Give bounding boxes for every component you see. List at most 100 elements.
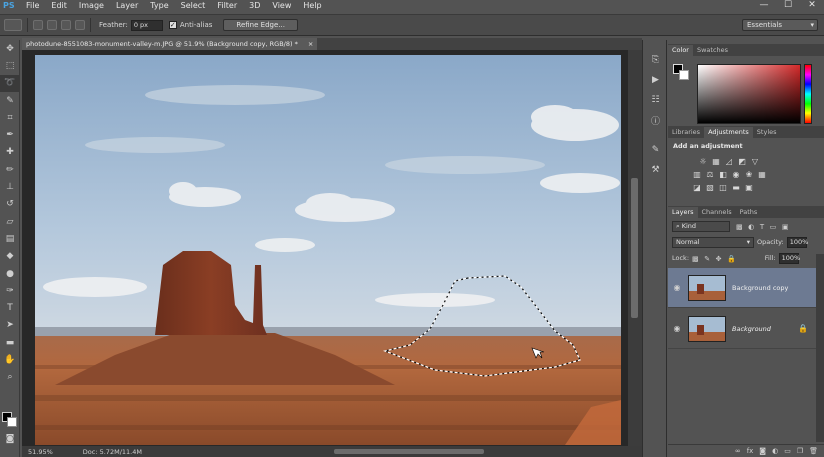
color-balance-icon[interactable]: ⚖: [705, 170, 715, 180]
vibrance-icon[interactable]: ▽: [750, 157, 760, 167]
subtract-selection-icon[interactable]: [61, 20, 71, 30]
healing-brush-tool-icon[interactable]: ✚: [0, 144, 20, 161]
tab-color[interactable]: Color: [668, 45, 693, 56]
eyedropper-tool-icon[interactable]: ✒: [0, 126, 20, 143]
type-filter-icon[interactable]: T: [760, 223, 764, 231]
selective-color-icon[interactable]: ▣: [744, 183, 754, 193]
new-group-icon[interactable]: ▭: [784, 447, 791, 455]
channel-mixer-icon[interactable]: ❀: [744, 170, 754, 180]
properties-icon[interactable]: ☷: [643, 90, 668, 110]
layer-thumbnail[interactable]: [688, 274, 726, 301]
eye-icon[interactable]: ◉: [668, 283, 686, 292]
lock-position-icon[interactable]: ✥: [716, 255, 722, 263]
menu-3d[interactable]: 3D: [243, 0, 266, 11]
add-selection-icon[interactable]: [47, 20, 57, 30]
history-icon[interactable]: ⎘: [643, 50, 668, 70]
zoom-tool-icon[interactable]: ⌕: [0, 369, 20, 386]
levels-icon[interactable]: ▦: [711, 157, 721, 167]
panel-background-swatch[interactable]: [679, 70, 689, 80]
intersect-selection-icon[interactable]: [75, 20, 85, 30]
restore-button[interactable]: ☐: [776, 0, 800, 11]
eraser-tool-icon[interactable]: ▱: [0, 213, 20, 230]
menu-type[interactable]: Type: [144, 0, 174, 11]
layer-row[interactable]: ◉ Background 🔒: [668, 309, 816, 349]
add-mask-icon[interactable]: ◙: [759, 447, 766, 455]
workspace-select[interactable]: Essentials ▾: [742, 19, 818, 31]
layer-name[interactable]: Background copy: [732, 284, 788, 292]
layer-name[interactable]: Background: [732, 325, 771, 333]
layer-style-icon[interactable]: fx: [747, 447, 754, 455]
new-layer-icon[interactable]: ❐: [797, 447, 803, 455]
move-tool-icon[interactable]: ✥: [0, 40, 20, 57]
tab-channels[interactable]: Channels: [698, 207, 736, 218]
menu-select[interactable]: Select: [175, 0, 212, 11]
brush-presets-icon[interactable]: ✎: [643, 140, 668, 160]
blur-tool-icon[interactable]: ◆: [0, 248, 20, 265]
menu-filter[interactable]: Filter: [211, 0, 243, 11]
layer-thumbnail[interactable]: [688, 315, 726, 342]
hand-tool-icon[interactable]: ✋: [0, 351, 20, 368]
horizontal-scroll-thumb[interactable]: [334, 449, 484, 454]
vertical-scrollbar[interactable]: [628, 50, 642, 446]
layer-row[interactable]: ◉ Background copy: [668, 268, 816, 308]
dodge-tool-icon[interactable]: ●: [0, 265, 20, 282]
tool-presets-icon[interactable]: ⚒: [643, 160, 668, 180]
crop-tool-icon[interactable]: ⌗: [0, 109, 20, 126]
black-white-icon[interactable]: ◧: [718, 170, 728, 180]
shape-filter-icon[interactable]: ▭: [770, 223, 777, 231]
new-selection-icon[interactable]: [33, 20, 43, 30]
delete-layer-icon[interactable]: 🗑: [809, 447, 818, 455]
tab-libraries[interactable]: Libraries: [668, 127, 704, 138]
menu-file[interactable]: File: [20, 0, 45, 11]
invert-icon[interactable]: ◪: [692, 183, 702, 193]
tab-adjustments[interactable]: Adjustments: [704, 127, 753, 138]
history-brush-tool-icon[interactable]: ↺: [0, 196, 20, 213]
smart-object-filter-icon[interactable]: ▣: [782, 223, 789, 231]
refine-edge-button[interactable]: Refine Edge...: [223, 19, 298, 31]
brush-tool-icon[interactable]: ✏: [0, 161, 20, 178]
fill-input[interactable]: 100%: [778, 252, 800, 264]
adjustment-filter-icon[interactable]: ◐: [748, 223, 754, 231]
layers-scrollbar[interactable]: [816, 254, 824, 442]
color-lookup-icon[interactable]: ▦: [757, 170, 767, 180]
exposure-icon[interactable]: ◩: [737, 157, 747, 167]
background-color-swatch[interactable]: [7, 417, 17, 427]
threshold-icon[interactable]: ◫: [718, 183, 728, 193]
posterize-icon[interactable]: ▧: [705, 183, 715, 193]
brightness-contrast-icon[interactable]: ☼: [698, 157, 708, 167]
type-tool-icon[interactable]: T: [0, 299, 20, 316]
link-layers-icon[interactable]: ∞: [735, 447, 741, 455]
zoom-level[interactable]: 51.95%: [22, 448, 53, 456]
hue-saturation-icon[interactable]: ▥: [692, 170, 702, 180]
layer-filter-select[interactable]: ⌕ Kind: [672, 220, 730, 232]
menu-edit[interactable]: Edit: [45, 0, 73, 11]
close-button[interactable]: ✕: [800, 0, 824, 11]
lasso-tool-icon[interactable]: ➰: [0, 74, 20, 92]
canvas-area[interactable]: [22, 50, 642, 446]
actions-icon[interactable]: ▶: [643, 70, 668, 90]
opacity-input[interactable]: 100%: [786, 236, 808, 248]
marquee-tool-icon[interactable]: ⬚: [0, 57, 20, 74]
tab-swatches[interactable]: Swatches: [693, 45, 732, 56]
vertical-scroll-thumb[interactable]: [631, 178, 638, 318]
close-tab-icon[interactable]: ×: [308, 40, 313, 48]
clone-stamp-tool-icon[interactable]: ⊥: [0, 178, 20, 195]
color-picker-field[interactable]: [697, 64, 801, 124]
pen-tool-icon[interactable]: ✑: [0, 282, 20, 299]
eye-icon[interactable]: ◉: [668, 324, 686, 333]
lock-image-icon[interactable]: ✎: [704, 255, 710, 263]
lock-transparent-icon[interactable]: ▩: [692, 255, 699, 263]
photo-filter-icon[interactable]: ◉: [731, 170, 741, 180]
gradient-map-icon[interactable]: ▬: [731, 183, 741, 193]
tab-styles[interactable]: Styles: [753, 127, 781, 138]
doc-info[interactable]: Doc: 5.72M/11.4M: [53, 448, 142, 456]
new-adjustment-icon[interactable]: ◐: [772, 447, 778, 455]
blend-mode-select[interactable]: Normal ▾: [672, 236, 754, 248]
curves-icon[interactable]: ◿: [724, 157, 734, 167]
document-tab[interactable]: photodune-8551083-monument-valley-m.JPG …: [22, 38, 318, 50]
path-selection-tool-icon[interactable]: ➤: [0, 317, 20, 334]
gradient-tool-icon[interactable]: ▤: [0, 230, 20, 247]
document-photo[interactable]: [35, 55, 621, 445]
menu-image[interactable]: Image: [73, 0, 110, 11]
menu-view[interactable]: View: [266, 0, 297, 11]
